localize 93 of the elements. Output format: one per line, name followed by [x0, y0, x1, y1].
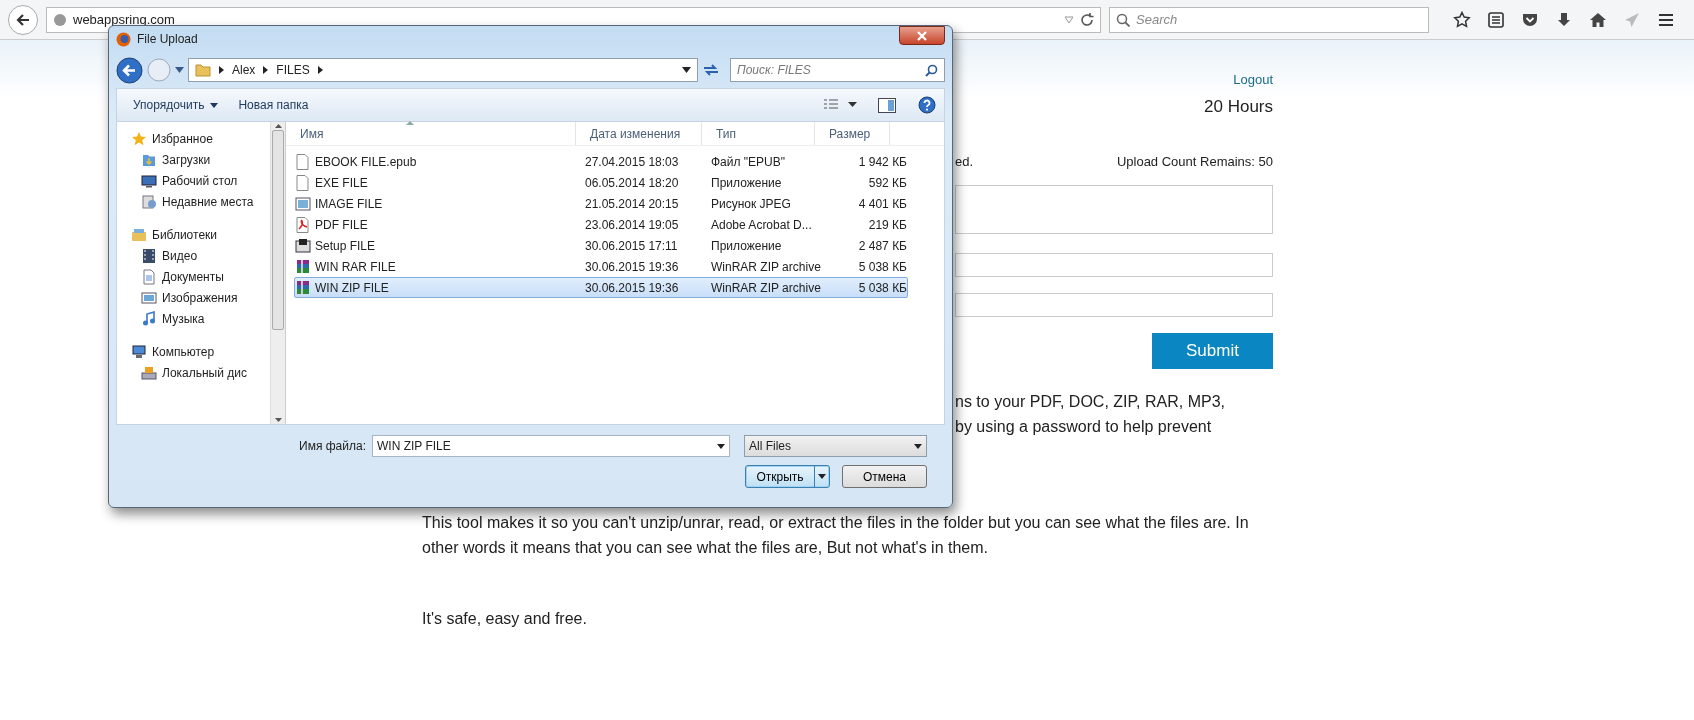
new-folder-button[interactable]: Новая папка — [230, 94, 317, 116]
reload-icon[interactable] — [1080, 12, 1094, 27]
file-row[interactable]: EBOOK FILE.epub 27.04.2015 18:03 Файл "EPUB" 1 942 КБ — [294, 151, 908, 172]
scroll-up-icon — [274, 124, 282, 128]
folder-icon — [195, 63, 211, 77]
file-row[interactable]: WIN ZIP FILE 30.06.2015 19:36 WinRAR ZIP archive 5 038 КБ — [294, 277, 908, 298]
search-field[interactable]: Search — [1109, 6, 1429, 33]
dropdown-arrow-icon[interactable] — [717, 443, 725, 449]
nav-item[interactable]: Компьютер — [117, 341, 270, 362]
open-button[interactable]: Открыть — [745, 465, 830, 488]
paragraph-text: by using a password to help prevent — [955, 416, 1213, 437]
close-button[interactable] — [899, 26, 945, 45]
recent-places-icon — [141, 193, 157, 210]
nav-item[interactable]: Библиотеки — [117, 224, 270, 245]
nav-item[interactable]: Изображения — [117, 287, 270, 308]
chevron-icon[interactable] — [317, 66, 323, 74]
filename-field[interactable]: WIN ZIP FILE — [372, 435, 730, 457]
paragraph-text: This tool makes it so you can't unzip/unrar, read, or extract the files in the folder but you can see what the files are. In other words it means that you can see what the files are, But not what's in them. — [422, 512, 1250, 558]
address-bar[interactable]: Alex FILES — [188, 58, 698, 82]
search-field[interactable]: Поиск: FILES — [730, 58, 945, 82]
column-header[interactable]: Тип — [702, 122, 815, 145]
scrollbar[interactable] — [270, 122, 286, 424]
archive-icon — [295, 258, 311, 275]
chevron-icon[interactable] — [263, 66, 269, 74]
file-type-dropdown[interactable]: All Files — [744, 435, 927, 457]
file-icon — [295, 174, 311, 191]
sort-arrow-icon — [406, 121, 414, 125]
pdf-file-icon — [295, 216, 311, 233]
history-dropdown-icon[interactable] — [175, 67, 184, 73]
dropdown-arrow-icon[interactable] — [682, 67, 691, 73]
file-icon — [295, 153, 311, 170]
desktop-icon — [141, 172, 157, 189]
paragraph-text: ns to your PDF, DOC, ZIP, RAR, MP3, — [955, 391, 1226, 412]
nav-item[interactable]: Загрузки — [117, 149, 270, 170]
organize-button[interactable]: Упорядочить — [125, 94, 227, 116]
star-icon[interactable] — [1453, 10, 1471, 29]
nav-item[interactable]: Рабочий стол — [117, 170, 270, 191]
column-header[interactable]: Размер — [815, 122, 890, 145]
chevron-icon[interactable] — [219, 66, 224, 74]
upload-count-text: Upload Count Remains: 50 — [1116, 153, 1273, 171]
film-icon — [141, 247, 157, 264]
scroll-down-icon — [274, 418, 282, 422]
nav-item[interactable]: Локальный дис — [117, 362, 270, 383]
dialog-title: File Upload — [137, 31, 198, 48]
nav-item[interactable]: Музыка — [117, 308, 270, 329]
caret-icon — [815, 474, 829, 479]
nav-item[interactable]: Документы — [117, 266, 270, 287]
view-list-icon[interactable] — [824, 99, 858, 111]
file-row[interactable]: IMAGE FILE 21.05.2014 20:15 Рисунок JPEG 4 401 КБ — [294, 193, 908, 214]
breadcrumb-item[interactable]: Alex — [232, 61, 256, 79]
column-header[interactable]: Дата изменения — [576, 122, 702, 145]
filename-label: Имя файла: — [299, 438, 366, 455]
input-field[interactable] — [955, 292, 1273, 317]
logout-link[interactable]: Logout — [1233, 70, 1273, 90]
close-icon — [917, 30, 927, 41]
picture-icon — [141, 289, 157, 306]
back-button[interactable] — [8, 4, 38, 35]
nav-item[interactable]: Избранное — [117, 128, 270, 149]
submit-button[interactable]: Submit — [1152, 332, 1273, 369]
dropdown-arrow-icon — [914, 443, 922, 449]
installer-icon — [295, 237, 311, 254]
cancel-button[interactable]: Отмена — [842, 465, 927, 488]
notice-text: ed. — [955, 153, 974, 171]
search-icon — [1116, 12, 1130, 27]
reading-list-icon[interactable] — [1487, 10, 1505, 29]
file-row[interactable]: Setup FILE 30.06.2015 17:11 Приложение 2 487 КБ — [294, 235, 908, 256]
music-note-icon — [141, 310, 157, 327]
archive-icon — [295, 279, 311, 296]
star-icon — [131, 130, 147, 147]
file-row[interactable]: EXE FILE 06.05.2014 18:20 Приложение 592 КБ — [294, 172, 908, 193]
image-file-icon — [295, 195, 311, 212]
breadcrumb-item[interactable]: FILES — [276, 61, 310, 79]
document-icon — [141, 268, 157, 285]
search-icon — [925, 63, 938, 77]
browser-logo-icon — [116, 31, 131, 47]
url-text: webappsring.com — [73, 10, 175, 29]
refresh-icon[interactable] — [702, 63, 720, 77]
back-arrow-icon — [15, 11, 31, 28]
nav-item[interactable]: Недавние места — [117, 191, 270, 212]
back-button[interactable] — [116, 56, 143, 84]
caret-icon — [210, 102, 219, 108]
paragraph-text: It's safe, easy and free. — [422, 608, 588, 629]
home-icon[interactable] — [1589, 10, 1607, 29]
nav-item[interactable]: Видео — [117, 245, 270, 266]
library-icon — [131, 226, 147, 243]
file-row[interactable]: WIN RAR FILE 30.06.2015 19:36 WinRAR ZIP archive 5 038 КБ — [294, 256, 908, 277]
help-icon[interactable] — [918, 96, 936, 114]
file-row[interactable]: PDF FILE 23.06.2014 19:05 Adobe Acrobat D... 219 КБ — [294, 214, 908, 235]
input-field[interactable] — [955, 252, 1273, 277]
preview-pane-icon[interactable] — [878, 97, 896, 113]
drive-icon — [141, 364, 157, 381]
computer-icon — [131, 343, 147, 360]
hours-text: 20 Hours — [1204, 95, 1273, 118]
